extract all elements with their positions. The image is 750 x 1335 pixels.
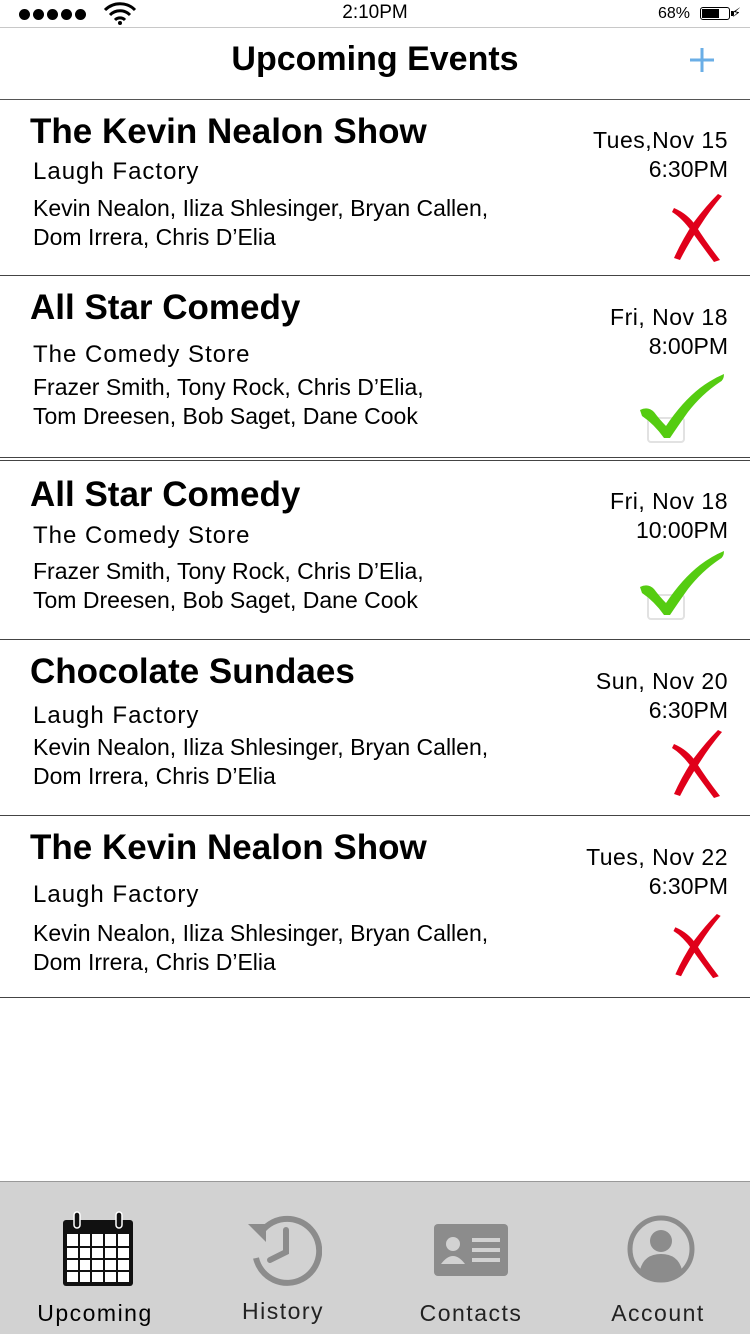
contact-card-icon bbox=[434, 1224, 508, 1276]
event-lineup-line: Tom Dreesen, Bob Saget, Dane Cook bbox=[33, 403, 418, 429]
event-lineup: Kevin Nealon, Iliza Shlesinger, Bryan Ca… bbox=[33, 919, 488, 977]
event-row[interactable]: All Star Comedy The Comedy Store Frazer … bbox=[0, 276, 750, 461]
red-x-icon[interactable] bbox=[670, 730, 726, 800]
tab-bar: Upcoming History Contacts Account bbox=[0, 1181, 750, 1334]
event-title: Chocolate Sundaes bbox=[30, 652, 355, 691]
navigation-bar: Upcoming Events bbox=[0, 28, 750, 100]
event-venue: The Comedy Store bbox=[33, 522, 251, 549]
event-time: 6:30PM bbox=[648, 873, 728, 899]
tab-label: Upcoming bbox=[37, 1300, 153, 1326]
event-lineup-line: Tom Dreesen, Bob Saget, Dane Cook bbox=[33, 587, 418, 613]
event-lineup-line: Kevin Nealon, Iliza Shlesinger, Bryan Ca… bbox=[33, 920, 489, 946]
page-title: Upcoming Events bbox=[231, 40, 519, 78]
event-lineup: Kevin Nealon, Iliza Shlesinger, Bryan Ca… bbox=[33, 733, 488, 791]
event-lineup-line: Dom Irrera, Chris D’Elia bbox=[33, 949, 276, 975]
event-lineup-line: Frazer Smith, Tony Rock, Chris D’Elia, bbox=[33, 558, 424, 584]
history-clock-icon bbox=[248, 1215, 322, 1286]
event-lineup-line: Dom Irrera, Chris D’Elia bbox=[33, 763, 276, 789]
event-lineup: Frazer Smith, Tony Rock, Chris D’Elia, T… bbox=[33, 373, 424, 431]
charging-bolt-icon: ⚡︎ bbox=[731, 5, 741, 20]
red-x-icon[interactable] bbox=[670, 194, 726, 264]
account-user-icon bbox=[627, 1215, 695, 1283]
battery-percentage: 68% bbox=[657, 5, 690, 22]
event-title: The Kevin Nealon Show bbox=[30, 828, 427, 867]
calendar-icon bbox=[63, 1211, 133, 1286]
event-lineup-line: Kevin Nealon, Iliza Shlesinger, Bryan Ca… bbox=[33, 734, 489, 760]
event-date: Fri, Nov 18 bbox=[610, 488, 728, 514]
tab-label: History bbox=[241, 1298, 325, 1324]
tab-account[interactable]: Account bbox=[566, 1182, 750, 1335]
add-event-button[interactable] bbox=[684, 42, 720, 78]
event-row[interactable]: The Kevin Nealon Show Laugh Factory Kevi… bbox=[0, 816, 750, 998]
event-venue: Laugh Factory bbox=[33, 158, 200, 185]
tab-upcoming[interactable]: Upcoming bbox=[0, 1182, 190, 1335]
plus-icon bbox=[690, 48, 714, 72]
event-date: Sun, Nov 20 bbox=[595, 668, 728, 694]
event-venue: Laugh Factory bbox=[33, 881, 200, 908]
event-lineup-line: Dom Irrera, Chris D’Elia bbox=[33, 224, 276, 250]
green-check-icon[interactable] bbox=[638, 374, 726, 444]
event-venue: The Comedy Store bbox=[33, 341, 251, 368]
event-date: Tues, Nov 22 bbox=[586, 844, 728, 870]
event-list: The Kevin Nealon Show Laugh Factory Kevi… bbox=[0, 100, 750, 998]
event-date: Fri, Nov 18 bbox=[610, 304, 728, 330]
event-row[interactable]: The Kevin Nealon Show Laugh Factory Kevi… bbox=[0, 100, 750, 276]
status-time: 2:10PM bbox=[342, 2, 408, 23]
battery-icon bbox=[700, 7, 734, 20]
event-time: 8:00PM bbox=[648, 333, 728, 359]
tab-history[interactable]: History bbox=[190, 1182, 376, 1335]
event-title: All Star Comedy bbox=[30, 475, 301, 514]
event-lineup: Kevin Nealon, Iliza Shlesinger, Bryan Ca… bbox=[33, 194, 488, 252]
event-time: 6:30PM bbox=[648, 697, 728, 723]
event-row[interactable]: Chocolate Sundaes Laugh Factory Kevin Ne… bbox=[0, 640, 750, 816]
red-x-icon[interactable] bbox=[670, 914, 726, 980]
tab-contacts[interactable]: Contacts bbox=[376, 1182, 566, 1335]
tab-label: Account bbox=[611, 1300, 705, 1326]
event-date: Tues,Nov 15 bbox=[592, 127, 728, 153]
event-title: The Kevin Nealon Show bbox=[30, 112, 427, 151]
event-lineup-line: Kevin Nealon, Iliza Shlesinger, Bryan Ca… bbox=[33, 195, 489, 221]
event-time: 10:00PM bbox=[635, 517, 728, 543]
event-lineup: Frazer Smith, Tony Rock, Chris D’Elia, T… bbox=[33, 557, 424, 615]
event-row[interactable]: All Star Comedy The Comedy Store Frazer … bbox=[0, 461, 750, 640]
green-check-icon[interactable] bbox=[638, 551, 726, 621]
tab-label: Contacts bbox=[419, 1300, 523, 1326]
event-title: All Star Comedy bbox=[30, 288, 301, 327]
event-time: 6:30PM bbox=[648, 156, 728, 182]
event-lineup-line: Frazer Smith, Tony Rock, Chris D’Elia, bbox=[33, 374, 424, 400]
status-bar: 2:10PM 68% ⚡︎ bbox=[0, 0, 750, 28]
event-venue: Laugh Factory bbox=[33, 702, 200, 729]
